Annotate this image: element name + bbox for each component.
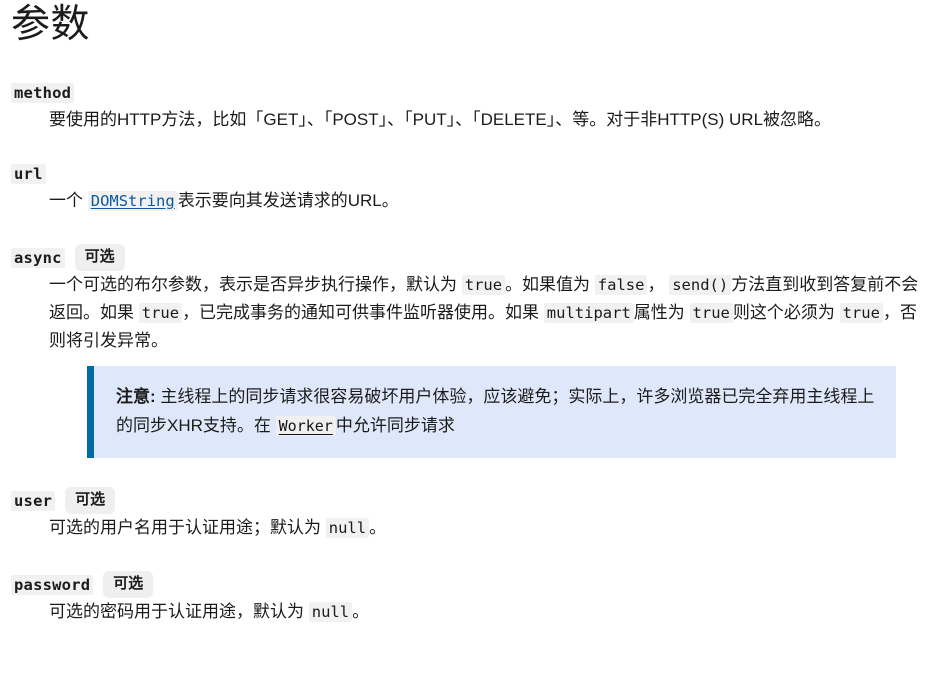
param-description-password: 可选的密码用于认证用途，默认为 null。 <box>11 598 941 626</box>
param-name-user: user <box>11 491 56 511</box>
async-code-true-3: true <box>689 303 733 323</box>
note-text-before-link: 主线程上的同步请求很容易破坏用户体验，应该避免；实际上，许多浏览器已完全弃用主线… <box>116 387 875 435</box>
password-code-null: null <box>308 602 353 622</box>
async-seg-2: 。如果值为 <box>505 275 591 294</box>
password-desc-suffix: 。 <box>352 602 370 621</box>
async-code-true-1: true <box>461 275 506 295</box>
password-desc-prefix: 可选的密码用于认证用途，默认为 <box>49 602 304 621</box>
param-name-method: method <box>11 83 75 103</box>
domstring-link[interactable]: DOMString <box>87 191 178 211</box>
param-description-async: 一个可选的布尔参数，表示是否异步执行操作，默认为 true 。如果值为 false… <box>11 271 941 458</box>
param-term-method: method <box>11 81 941 106</box>
async-code-send: send() <box>669 275 732 295</box>
async-seg-4: ， <box>647 275 665 294</box>
param-description-url: 一个 DOMString 表示要向其发送请求的URL。 <box>11 187 941 215</box>
async-seg-8: ，已完成事务的通知可供事件监听器使用。如果 <box>182 303 540 322</box>
param-term-async: async 可选 <box>11 244 941 271</box>
optional-badge-async: 可选 <box>74 244 125 271</box>
document-page: 参数 method 要使用的HTTP方法，比如「GET」、「POST」、「PUT… <box>0 0 952 686</box>
param-name-password: password <box>11 575 94 595</box>
note-label: 注意: <box>116 387 156 406</box>
note-text-after-link: 中允许同步请求 <box>335 416 455 435</box>
page-title: 参数 <box>11 3 91 46</box>
parameter-definition-list: method 要使用的HTTP方法，比如「GET」、「POST」、「PUT」、「… <box>11 81 941 626</box>
url-desc-prefix: 一个 <box>49 191 83 210</box>
param-term-user: user 可选 <box>11 487 941 514</box>
user-desc-prefix: 可选的用户名用于认证用途；默认为 <box>49 518 321 537</box>
user-code-null: null <box>325 518 370 538</box>
optional-badge-password: 可选 <box>103 571 154 598</box>
worker-link-label: Worker <box>275 416 336 436</box>
note-callout: 注意: 主线程上的同步请求很容易破坏用户体验，应该避免；实际上，许多浏览器已完全… <box>87 366 896 458</box>
param-name-url: url <box>11 164 46 184</box>
param-description-method-text: 要使用的HTTP方法，比如「GET」、「POST」、「PUT」、「DELETE」… <box>49 110 832 129</box>
async-seg-12: 则这个必须为 <box>732 303 835 322</box>
param-description-user: 可选的用户名用于认证用途；默认为 null。 <box>11 514 941 542</box>
async-code-false: false <box>594 275 648 295</box>
param-description-method: 要使用的HTTP方法，比如「GET」、「POST」、「PUT」、「DELETE」… <box>11 106 941 133</box>
param-name-async: async <box>11 248 65 268</box>
user-desc-suffix: 。 <box>369 518 387 537</box>
async-code-true-4: true <box>839 303 883 323</box>
async-seg-10: 属性为 <box>633 303 685 322</box>
worker-link[interactable]: Worker <box>275 416 336 436</box>
async-seg-0: 一个可选的布尔参数，表示是否异步执行操作，默认为 <box>49 275 457 294</box>
async-code-true-2: true <box>138 303 183 323</box>
param-term-password: password 可选 <box>11 571 941 598</box>
url-desc-suffix: 表示要向其发送请求的URL。 <box>177 191 399 210</box>
async-code-multipart: multipart <box>543 303 634 323</box>
optional-badge-user: 可选 <box>65 487 116 514</box>
param-term-url: url <box>11 162 941 187</box>
domstring-link-label: DOMString <box>87 191 178 211</box>
